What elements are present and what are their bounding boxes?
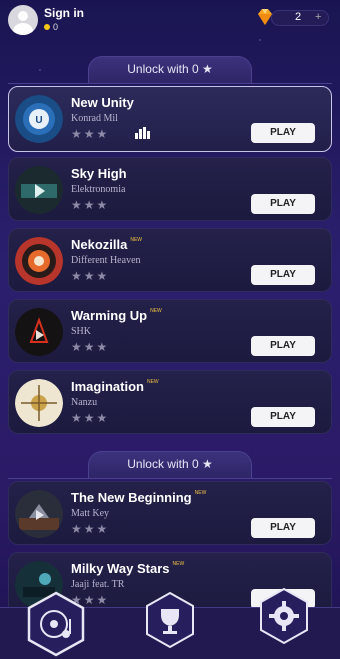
- song-title: New Unity: [71, 95, 134, 110]
- song-title: Nekozilla NEW: [71, 237, 142, 252]
- song-title: Warming Up NEW: [71, 308, 162, 323]
- unlock-divider: [8, 478, 332, 479]
- avatar[interactable]: [8, 5, 38, 35]
- bottom-nav: [0, 585, 340, 659]
- new-badge: NEW: [150, 308, 162, 314]
- song-artist: SHK: [71, 326, 92, 337]
- song-stars: ★★★: [71, 127, 110, 141]
- album-cover: [15, 379, 63, 427]
- song-artist: Different Heaven: [71, 255, 141, 266]
- song-title: Imagination NEW: [71, 379, 159, 394]
- song-artist: Elektronomia: [71, 184, 126, 195]
- play-button[interactable]: PLAY: [251, 265, 315, 285]
- song-stars: ★★★: [71, 269, 110, 283]
- unlock-label: Unlock with 0 ★: [127, 62, 213, 76]
- song-stars: ★★★: [71, 411, 110, 425]
- play-button[interactable]: PLAY: [251, 194, 315, 214]
- new-badge: NEW: [194, 490, 207, 496]
- new-badge: NEW: [130, 237, 143, 243]
- gem-balance[interactable]: 2 +: [255, 8, 333, 28]
- new-badge: NEW: [172, 561, 185, 567]
- song-card-sky-high[interactable]: Sky High Elektronomia ★★★ PLAY: [8, 157, 332, 221]
- album-cover: [15, 490, 63, 538]
- gear-icon[interactable]: [258, 587, 310, 645]
- song-title: The New Beginning NEW: [71, 490, 206, 505]
- trophy-icon[interactable]: [144, 591, 196, 649]
- diamond-icon: [258, 9, 272, 25]
- album-cover: [15, 308, 63, 356]
- song-title-text: Warming Up: [71, 308, 148, 323]
- coin-count: 0: [53, 22, 59, 32]
- song-title-text: The New Beginning: [71, 490, 192, 505]
- song-stars: ★★★: [71, 522, 110, 536]
- unlock-banner: Unlock with 0 ★: [0, 56, 340, 84]
- song-title-text: Milky Way Stars: [71, 561, 170, 576]
- song-title: Milky Way Stars NEW: [71, 561, 184, 576]
- song-artist: Nanzu: [71, 397, 98, 408]
- song-stars: ★★★: [71, 198, 110, 212]
- coin-icon: [44, 24, 50, 30]
- song-title: Sky High: [71, 166, 127, 181]
- unlock-label: Unlock with 0 ★: [127, 457, 213, 471]
- unlock-divider: [8, 83, 332, 84]
- coin-balance: 0: [44, 22, 58, 32]
- song-card-imagination[interactable]: Imagination NEW Nanzu ★★★ PLAY: [8, 370, 332, 434]
- play-button[interactable]: PLAY: [251, 336, 315, 356]
- add-gems-button[interactable]: +: [315, 11, 321, 23]
- gem-count: 2: [295, 11, 302, 23]
- new-badge: NEW: [146, 379, 159, 385]
- album-cover: [15, 166, 63, 214]
- song-artist: Konrad Mil: [71, 113, 118, 124]
- play-button[interactable]: PLAY: [251, 123, 315, 143]
- song-card-new-unity[interactable]: U New Unity Konrad Mil ★★★ PLAY: [8, 86, 332, 152]
- play-button[interactable]: PLAY: [251, 407, 315, 427]
- song-title-text: Imagination: [71, 379, 144, 394]
- unlock-banner: Unlock with 0 ★: [0, 451, 340, 479]
- play-button[interactable]: PLAY: [251, 518, 315, 538]
- top-bar: Sign in 0 2 +: [0, 0, 340, 40]
- song-card-the-new-beginning[interactable]: The New Beginning NEW Matt Key ★★★ PLAY: [8, 481, 332, 545]
- album-cover: [15, 237, 63, 285]
- album-cover: U: [15, 95, 63, 143]
- song-card-warming-up[interactable]: Warming Up NEW SHK ★★★ PLAY: [8, 299, 332, 363]
- song-title-text: Nekozilla: [71, 237, 128, 252]
- song-artist: Matt Key: [71, 508, 110, 519]
- svg-text:U: U: [35, 115, 42, 126]
- equalizer-icon: [135, 127, 151, 139]
- song-stars: ★★★: [71, 340, 110, 354]
- song-card-nekozilla[interactable]: Nekozilla NEW Different Heaven ★★★ PLAY: [8, 228, 332, 292]
- songs-icon[interactable]: [26, 591, 86, 657]
- sign-in-link[interactable]: Sign in: [44, 6, 84, 20]
